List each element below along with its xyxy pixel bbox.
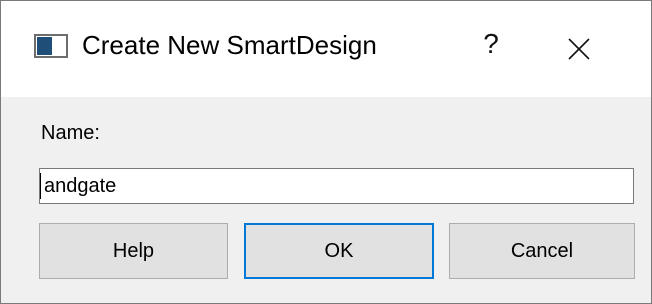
question-mark-icon[interactable]: ? (471, 19, 511, 69)
title-bar[interactable]: Create New SmartDesign ? (1, 1, 651, 97)
ok-button[interactable]: OK (244, 223, 434, 279)
help-button[interactable]: Help (39, 223, 228, 279)
name-input[interactable] (39, 168, 634, 204)
name-label: Name: (41, 122, 100, 144)
cancel-button[interactable]: Cancel (449, 223, 635, 279)
app-icon-pane (37, 37, 52, 55)
create-smartdesign-dialog: Create New SmartDesign ? Name: Help OK C… (0, 0, 652, 304)
close-icon[interactable] (555, 25, 601, 71)
window-title: Create New SmartDesign (82, 30, 377, 60)
text-caret (40, 173, 41, 199)
window-app-icon (34, 34, 68, 58)
